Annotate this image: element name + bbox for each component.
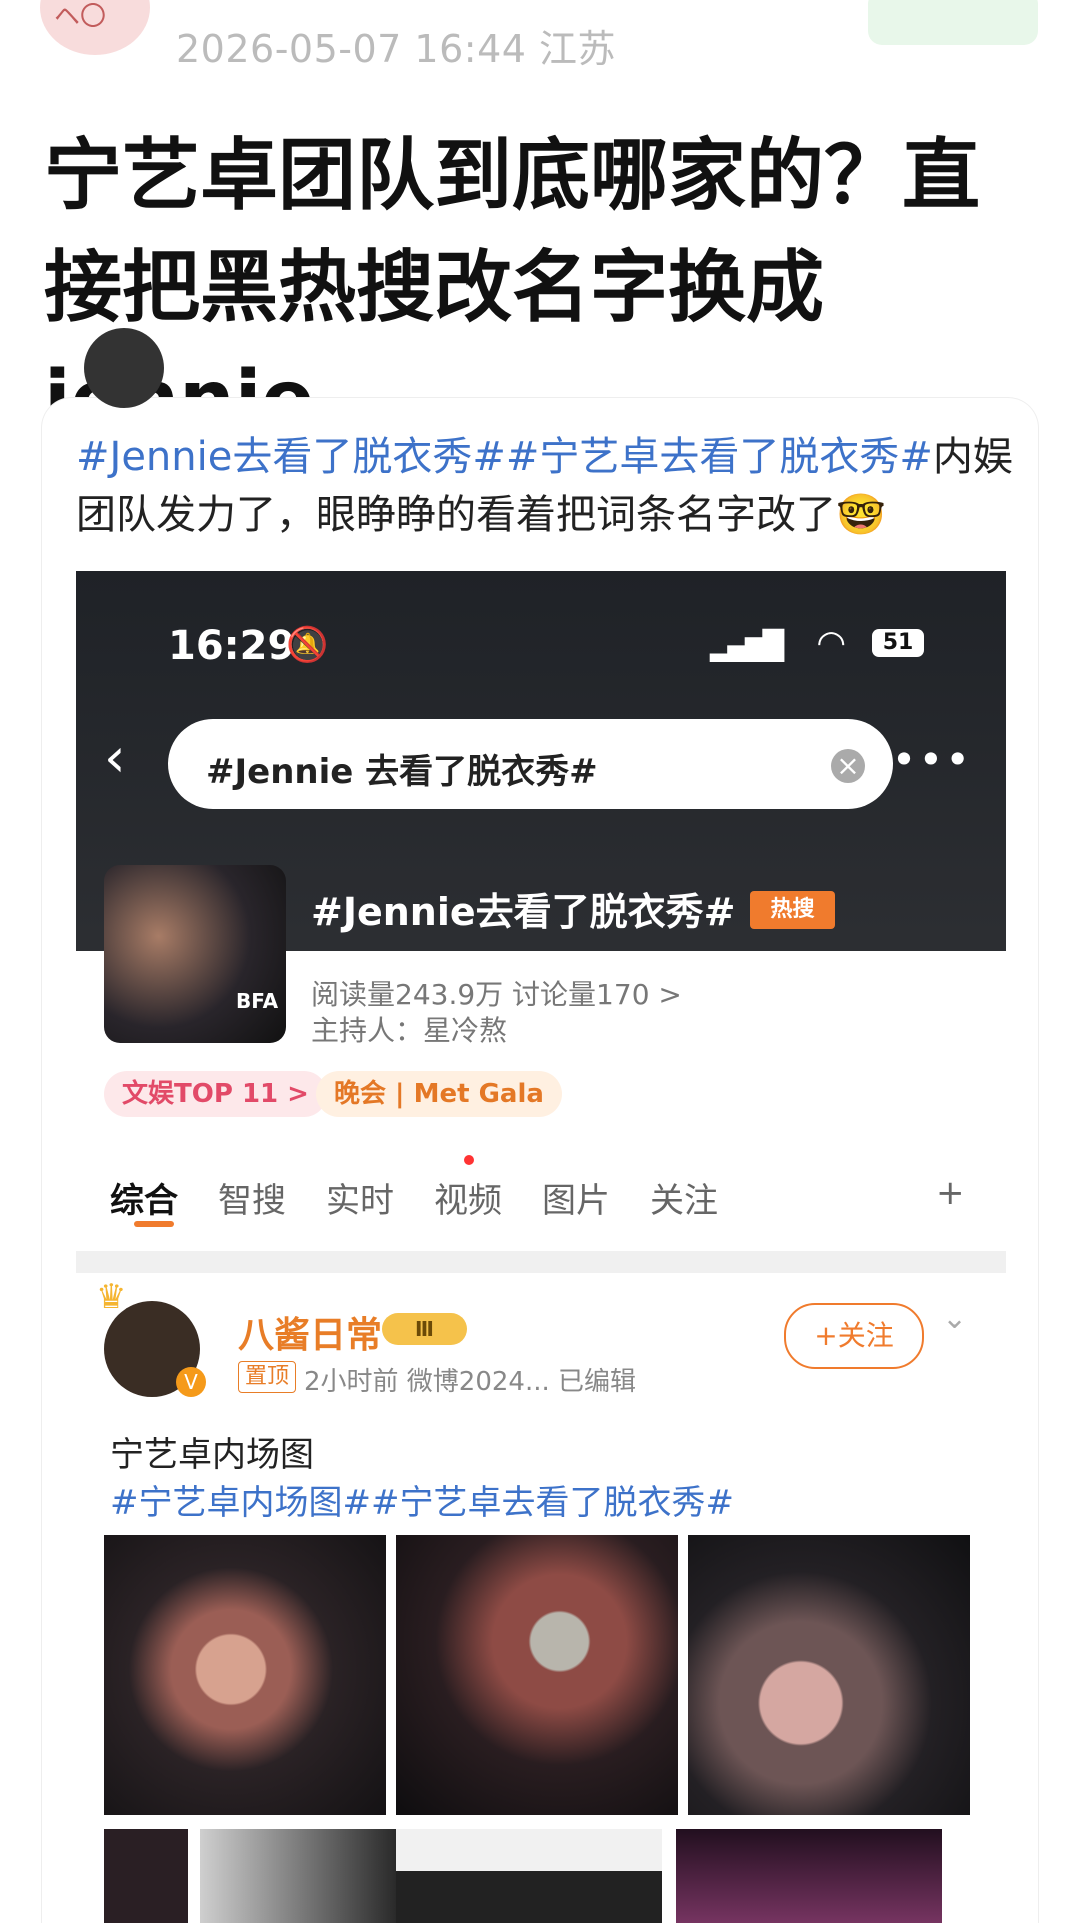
quoted-post-text: #Jennie去看了脱衣秀##宁艺卓去看了脱衣秀#内娱团队发力了，眼睁睁的看着把… bbox=[76, 428, 1016, 544]
photo-thumbnail[interactable] bbox=[104, 1535, 386, 1815]
pinned-badge: 置顶 bbox=[238, 1361, 297, 1393]
tab-video[interactable]: 视频 bbox=[434, 1173, 502, 1222]
post-meta-info: 2小时前 微博2024... 已编辑 bbox=[304, 1367, 637, 1397]
tab-smart-search[interactable]: 智搜 bbox=[218, 1173, 286, 1222]
follow-button[interactable]: +关注 bbox=[784, 1303, 924, 1369]
verified-icon: V bbox=[176, 1367, 206, 1397]
chevron-down-icon[interactable]: ⌄ bbox=[942, 1301, 967, 1336]
quoted-author-avatar[interactable] bbox=[84, 328, 164, 408]
tab-realtime[interactable]: 实时 bbox=[326, 1173, 394, 1222]
topic-link-ningyizhuo[interactable]: #宁艺卓去看了脱衣秀# bbox=[506, 434, 933, 480]
search-bar[interactable]: #Jennie 去看了脱衣秀# × bbox=[168, 719, 893, 809]
photo-grid bbox=[104, 1535, 984, 1815]
photo-thumbnail[interactable] bbox=[676, 1829, 942, 1923]
more-icon[interactable]: ••• bbox=[892, 735, 972, 784]
level-badge: Ⅲ bbox=[382, 1313, 467, 1345]
post-meta: 2026-05-07 16:44 江苏 bbox=[176, 27, 617, 71]
hot-search-badge: 热搜 bbox=[750, 891, 835, 929]
battery-icon: 51 bbox=[872, 629, 924, 657]
photo-thumbnail[interactable] bbox=[396, 1535, 678, 1815]
topic-host: 主持人：星冷熬 bbox=[311, 1014, 508, 1047]
clear-search-icon[interactable]: × bbox=[831, 749, 865, 783]
follow-button-partial[interactable] bbox=[868, 0, 1038, 45]
post-header: ヘ〇 2026-05-07 16:44 江苏 bbox=[0, 0, 1080, 71]
add-tab-icon[interactable]: + bbox=[936, 1173, 965, 1213]
author-avatar[interactable]: ヘ〇 bbox=[40, 0, 150, 55]
rank-chip[interactable]: 文娱TOP 11 > bbox=[104, 1071, 327, 1117]
photo-thumbnail[interactable] bbox=[200, 1829, 396, 1923]
topic-title: #Jennie去看了脱衣秀# bbox=[311, 890, 736, 934]
section-divider bbox=[76, 1251, 1006, 1273]
post-body: 宁艺卓内场图 bbox=[110, 1435, 314, 1475]
tab-following[interactable]: 关注 bbox=[650, 1173, 718, 1222]
photo-thumbnail[interactable] bbox=[396, 1829, 662, 1923]
event-chip[interactable]: 晚会 | Met Gala bbox=[316, 1071, 562, 1117]
quoted-post-card[interactable]: #Jennie去看了脱衣秀##宁艺卓去看了脱衣秀#内娱团队发力了，眼睁睁的看着把… bbox=[42, 328, 1038, 1923]
back-icon[interactable]: ‹ bbox=[104, 731, 126, 785]
wifi-icon: ◠ bbox=[816, 623, 846, 663]
post-tags[interactable]: #宁艺卓内场图##宁艺卓去看了脱衣秀# bbox=[110, 1475, 734, 1524]
topic-stats[interactable]: 阅读量243.9万 讨论量170 > bbox=[311, 973, 682, 1013]
topic-link-jennie[interactable]: #Jennie去看了脱衣秀# bbox=[76, 434, 506, 480]
topic-tabs: 综合 智搜 实时 视频 图片 关注 + bbox=[76, 1159, 1006, 1239]
page: ヘ〇 2026-05-07 16:44 江苏 宁艺卓团队到底哪家的？直接把黑热搜… bbox=[0, 0, 1080, 1923]
avatar-decoration-icon: ヘ〇 bbox=[54, 2, 107, 32]
new-content-dot bbox=[464, 1155, 474, 1165]
signal-icon: ▂▄▆█ bbox=[709, 629, 784, 662]
tab-images[interactable]: 图片 bbox=[542, 1173, 610, 1222]
embedded-screenshot[interactable]: 16:29 🔕 ▂▄▆█ ◠ 51 ‹ #Jennie 去看了脱衣秀# × ••… bbox=[76, 571, 1006, 1923]
mute-bell-icon: 🔕 bbox=[286, 625, 329, 665]
status-time: 16:29 bbox=[168, 623, 296, 669]
photo-thumbnail[interactable] bbox=[104, 1829, 188, 1923]
search-query: #Jennie 去看了脱衣秀# bbox=[206, 752, 598, 792]
topic-cover-image[interactable]: BFA bbox=[104, 865, 286, 1043]
topic-image-watermark: BFA bbox=[236, 989, 279, 1013]
tab-comprehensive[interactable]: 综合 bbox=[110, 1173, 178, 1222]
post-author-name[interactable]: 八酱日常 bbox=[238, 1306, 382, 1358]
photo-thumbnail[interactable] bbox=[688, 1535, 970, 1815]
active-tab-underline bbox=[134, 1221, 174, 1227]
